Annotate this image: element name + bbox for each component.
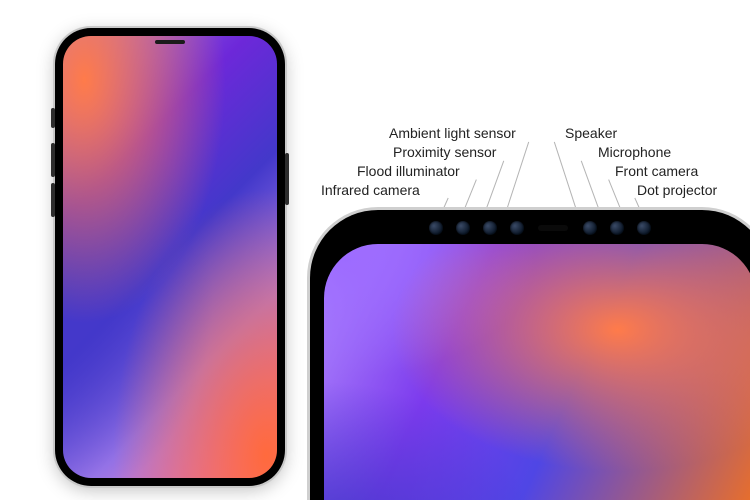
phone-screen [324, 244, 750, 500]
phone-screen [63, 36, 277, 478]
volume-up-button [51, 143, 55, 177]
ambient-light-sensor-icon [510, 221, 524, 235]
sensor-array [425, 218, 655, 238]
infrared-camera-icon [429, 221, 443, 235]
phone-top-closeup [310, 210, 750, 500]
mute-switch [51, 108, 55, 128]
diagram-stage: Ambient light sensor Proximity sensor Fl… [0, 0, 750, 500]
front-camera-icon [610, 221, 624, 235]
label-flood-illuminator: Flood illuminator [357, 163, 460, 179]
label-dot-projector: Dot projector [637, 182, 717, 198]
label-microphone: Microphone [598, 144, 671, 160]
leader-line [483, 161, 504, 218]
label-front-camera: Front camera [615, 163, 698, 179]
label-ambient-light-sensor: Ambient light sensor [389, 125, 516, 141]
proximity-sensor-icon [483, 221, 497, 235]
speaker-grille-icon [538, 225, 568, 231]
flood-illuminator-icon [456, 221, 470, 235]
leader-line [504, 142, 529, 217]
leader-line [581, 161, 602, 218]
label-proximity-sensor: Proximity sensor [393, 144, 496, 160]
power-button [285, 153, 289, 205]
volume-down-button [51, 183, 55, 217]
label-speaker: Speaker [565, 125, 617, 141]
phone-full [55, 28, 285, 486]
dot-projector-icon [637, 221, 651, 235]
leader-line [554, 142, 579, 217]
earpiece-slot [155, 40, 185, 44]
label-infrared-camera: Infrared camera [321, 182, 420, 198]
microphone-icon [583, 221, 597, 235]
